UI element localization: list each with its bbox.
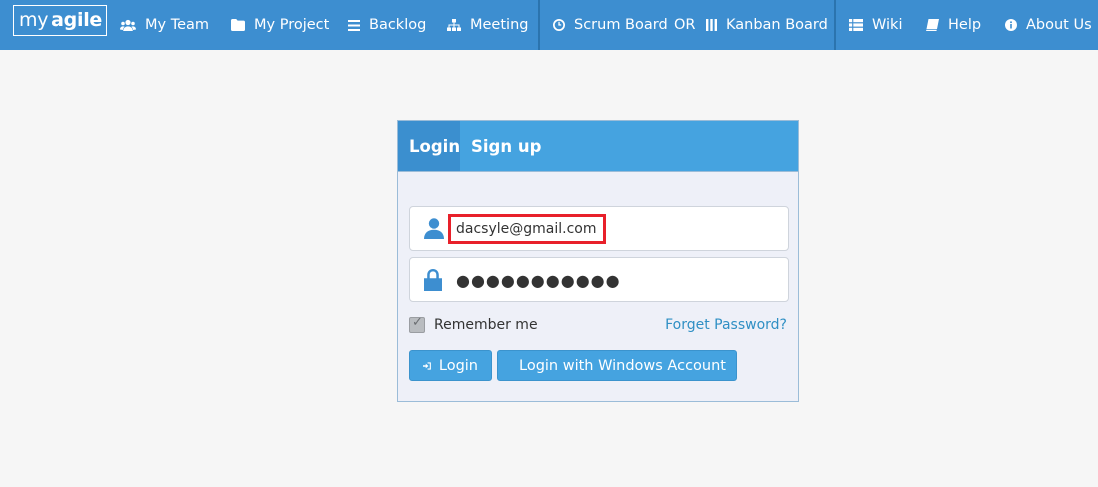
nav-kanban-board-label: Kanban Board <box>726 17 828 33</box>
remember-me[interactable]: Remember me <box>409 315 538 333</box>
nav-backlog[interactable]: Backlog <box>348 0 426 50</box>
tab-signup[interactable]: Sign up <box>460 121 552 172</box>
top-navbar: my agile My Team My Project Backlog Meeti… <box>0 0 1098 50</box>
login-button-label: Login <box>438 357 478 374</box>
lock-icon <box>424 269 442 291</box>
auth-tabs: Login Sign up <box>398 121 798 172</box>
nav-my-project-label: My Project <box>254 17 330 33</box>
forgot-password-link[interactable]: Forget Password? <box>665 317 787 333</box>
nav-divider <box>834 0 836 50</box>
nav-scrum-board[interactable]: Scrum Board <box>553 0 668 50</box>
tab-login[interactable]: Login <box>398 121 460 172</box>
nav-my-project[interactable]: My Project <box>231 0 329 50</box>
nav-or-text: OR <box>674 17 696 33</box>
remember-me-checkbox[interactable] <box>409 315 425 333</box>
list-icon <box>348 19 360 31</box>
windows-login-button-label: Login with Windows Account <box>519 357 726 374</box>
nav-divider <box>538 0 540 50</box>
folder-icon <box>231 19 245 31</box>
brand-logo[interactable]: my agile <box>13 5 107 36</box>
sitemap-icon <box>447 19 461 31</box>
login-button[interactable]: Login <box>409 350 492 381</box>
password-input[interactable] <box>456 266 756 294</box>
clock-icon <box>553 19 565 31</box>
info-circle-icon <box>1005 19 1017 31</box>
nav-meeting-label: Meeting <box>470 17 529 33</box>
nav-about-us-label: About Us <box>1026 17 1092 33</box>
windows-login-button[interactable]: Login with Windows Account <box>497 350 737 381</box>
nav-wiki-label: Wiki <box>872 17 903 33</box>
nav-about-us[interactable]: About Us <box>1005 0 1092 50</box>
tab-divider <box>398 171 798 172</box>
users-icon <box>120 19 136 31</box>
nav-scrum-board-label: Scrum Board <box>574 17 668 33</box>
password-field[interactable] <box>409 257 789 302</box>
user-icon <box>424 218 444 239</box>
sign-in-icon <box>423 361 431 370</box>
nav-meeting[interactable]: Meeting <box>447 0 528 50</box>
nav-backlog-label: Backlog <box>369 17 427 33</box>
nav-help-label: Help <box>948 17 982 33</box>
email-field[interactable] <box>409 206 789 251</box>
nav-help[interactable]: Help <box>926 0 981 50</box>
login-panel: Login Sign up Remember me Forget Passwor… <box>397 120 799 402</box>
nav-my-team[interactable]: My Team <box>120 0 209 50</box>
email-input[interactable] <box>456 215 601 243</box>
remember-me-label: Remember me <box>434 317 538 333</box>
columns-icon <box>706 19 717 31</box>
th-list-icon <box>849 19 863 31</box>
nav-wiki[interactable]: Wiki <box>849 0 902 50</box>
book-icon <box>926 19 939 31</box>
nav-kanban-board[interactable]: Kanban Board <box>706 0 828 50</box>
nav-my-team-label: My Team <box>145 17 210 33</box>
